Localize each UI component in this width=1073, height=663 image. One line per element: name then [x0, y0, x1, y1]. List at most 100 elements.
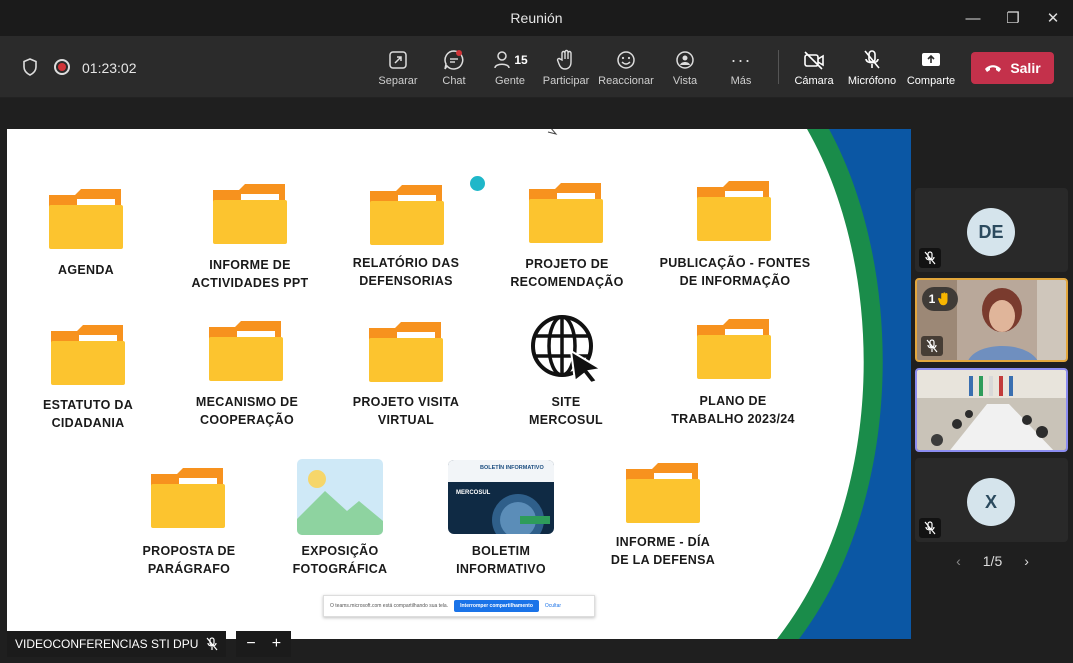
title-bar: Reunión — ❐ ✕ — [0, 0, 1073, 36]
estatuto-cidadania-label: ESTATUTO DA CIDADANIA — [42, 398, 134, 430]
relatorio-defensorias-label: RELATÓRIO DAS DEFENSORIAS — [352, 256, 460, 288]
image-icon[interactable] — [297, 459, 383, 535]
exposicao-fotografica-label: EXPOSIÇÃO FOTOGRÁFICA — [292, 544, 388, 576]
participant-video — [917, 370, 1066, 450]
page-indicator: 1/5 — [982, 553, 1003, 569]
folder-icon[interactable] — [47, 185, 123, 249]
microphone-button[interactable]: Micrófono — [842, 48, 902, 87]
share-message: O teams.microsoft.com está compartilhand… — [330, 603, 449, 609]
shield-icon[interactable] — [22, 58, 38, 76]
folder-icon[interactable] — [695, 177, 771, 241]
newsletter-graphic — [492, 494, 550, 534]
chat-icon — [444, 50, 464, 70]
informe-actividades-label: INFORME DE ACTIVIDADES PPT — [191, 258, 309, 290]
maximize-button[interactable]: ❐ — [993, 0, 1033, 36]
participant-tile[interactable]: X — [915, 458, 1068, 542]
camera-button[interactable]: Cámara — [784, 48, 844, 87]
projeto-recomendacao-label: PROJETO DE RECOMENDAÇÃO — [510, 257, 624, 289]
react-button[interactable]: Reaccionar — [596, 48, 656, 87]
toolbar-separator — [778, 50, 779, 84]
camera-off-icon — [804, 51, 824, 70]
share-button[interactable]: Comparte — [901, 48, 961, 87]
mic-off-icon — [919, 518, 941, 538]
plano-trabalho-label: PLANO DE TRABALHO 2023/24 — [671, 394, 795, 426]
folder-icon[interactable] — [367, 318, 443, 382]
camera-label: Cámara — [794, 75, 834, 87]
mecanismo-cooperacao-label: MECANISMO DE COOPERAÇÃO — [195, 395, 299, 427]
window-controls: — ❐ ✕ — [953, 0, 1073, 36]
pop-out-button[interactable]: Separar — [368, 48, 428, 87]
participants-panel: DE 1 X ‹ 1/5 › — [912, 98, 1073, 663]
close-button[interactable]: ✕ — [1033, 0, 1073, 36]
people-count: 15 — [514, 53, 528, 67]
people-icon — [494, 51, 511, 69]
view-icon — [676, 51, 694, 69]
previous-page-button[interactable]: ‹ — [956, 553, 961, 569]
raise-hand-button[interactable]: Participar — [536, 48, 596, 87]
site-mercosul-label: SITE MERCOSUL — [529, 395, 603, 427]
mic-off-icon — [921, 336, 943, 356]
participant-tile-room[interactable] — [915, 368, 1068, 452]
publicacao-fontes-label: PUBLICAÇÃO - FONTES DE INFORMAÇÃO — [659, 256, 811, 288]
next-page-button[interactable]: › — [1024, 553, 1029, 569]
presenter-bar: VIDEOCONFERENCIAS STI DPU − + — [7, 630, 307, 658]
smiley-icon — [617, 51, 635, 69]
people-label: Gente — [495, 75, 525, 87]
accent-dot — [470, 176, 485, 191]
informe-defensa-label: INFORME - DÍA DE LA DEFENSA — [610, 535, 716, 567]
chat-label: Chat — [442, 75, 466, 87]
raise-hand-label: Participar — [542, 75, 590, 87]
shared-slide: AGENDA INFORME DE ACTIVIDADES PPT RELATÓ… — [7, 129, 911, 639]
recording-icon — [54, 59, 70, 75]
participant-pager: ‹ 1/5 › — [912, 553, 1073, 569]
zoom-out-button[interactable]: − — [246, 635, 255, 653]
microphone-label: Micrófono — [847, 75, 897, 87]
participant-tile-active[interactable]: 1 — [915, 278, 1068, 362]
hide-button[interactable]: Ocultar — [545, 603, 561, 609]
folder-icon[interactable] — [207, 317, 283, 381]
mic-off-icon — [206, 637, 218, 651]
share-icon — [922, 53, 940, 66]
hand-raised-order: 1 — [928, 292, 936, 306]
meeting-timer: 01:23:02 — [82, 60, 137, 76]
projeto-visita-label: PROJETO VISITA VIRTUAL — [352, 395, 460, 427]
view-label: Vista — [672, 75, 698, 87]
avatar: X — [967, 478, 1015, 526]
more-button[interactable]: ··· Más — [711, 48, 771, 88]
newsletter-thumbnail[interactable]: BOLETÍN INFORMATIVO MERCOSUL — [448, 460, 554, 534]
folder-icon[interactable] — [149, 464, 225, 528]
more-icon: ··· — [730, 49, 752, 70]
presenter-name-badge: VIDEOCONFERENCIAS STI DPU — [7, 631, 227, 657]
boletim-informativo-label: BOLETIM INFORMATIVO — [456, 544, 546, 576]
newsletter-heading: BOLETÍN INFORMATIVO — [448, 460, 554, 482]
folder-icon[interactable] — [49, 321, 125, 385]
minimize-button[interactable]: — — [953, 0, 993, 36]
presenter-name: VIDEOCONFERENCIAS STI DPU — [15, 637, 199, 651]
leave-label: Salir — [1010, 60, 1041, 76]
folder-icon[interactable] — [624, 459, 700, 523]
pop-out-label: Separar — [378, 75, 418, 87]
folder-icon[interactable] — [211, 180, 287, 244]
hand-raised-badge: 1 — [922, 287, 958, 311]
participant-tile[interactable]: DE — [915, 188, 1068, 272]
avatar: DE — [967, 208, 1015, 256]
folder-icon[interactable] — [368, 181, 444, 245]
zoom-controls: − + — [236, 631, 292, 657]
screen-share-notification: O teams.microsoft.com está compartilhand… — [323, 595, 595, 617]
zoom-in-button[interactable]: + — [272, 635, 281, 653]
globe-cursor-icon[interactable] — [529, 313, 605, 383]
mic-off-icon — [864, 50, 880, 69]
pop-out-icon — [389, 51, 407, 69]
folder-icon[interactable] — [527, 179, 603, 243]
view-button[interactable]: Vista — [655, 48, 715, 87]
chat-button[interactable]: Chat — [424, 48, 484, 87]
people-button[interactable]: 15 Gente — [480, 48, 540, 87]
raise-hand-icon — [556, 49, 572, 70]
window-title: Reunión — [510, 10, 563, 26]
folder-icon[interactable] — [695, 315, 771, 379]
share-label: Comparte — [906, 75, 956, 87]
phone-hangup-icon — [985, 65, 1002, 72]
mic-off-icon — [919, 248, 941, 268]
leave-button[interactable]: Salir — [971, 52, 1054, 84]
stop-sharing-button[interactable]: Interromper compartilhamento — [454, 600, 539, 612]
